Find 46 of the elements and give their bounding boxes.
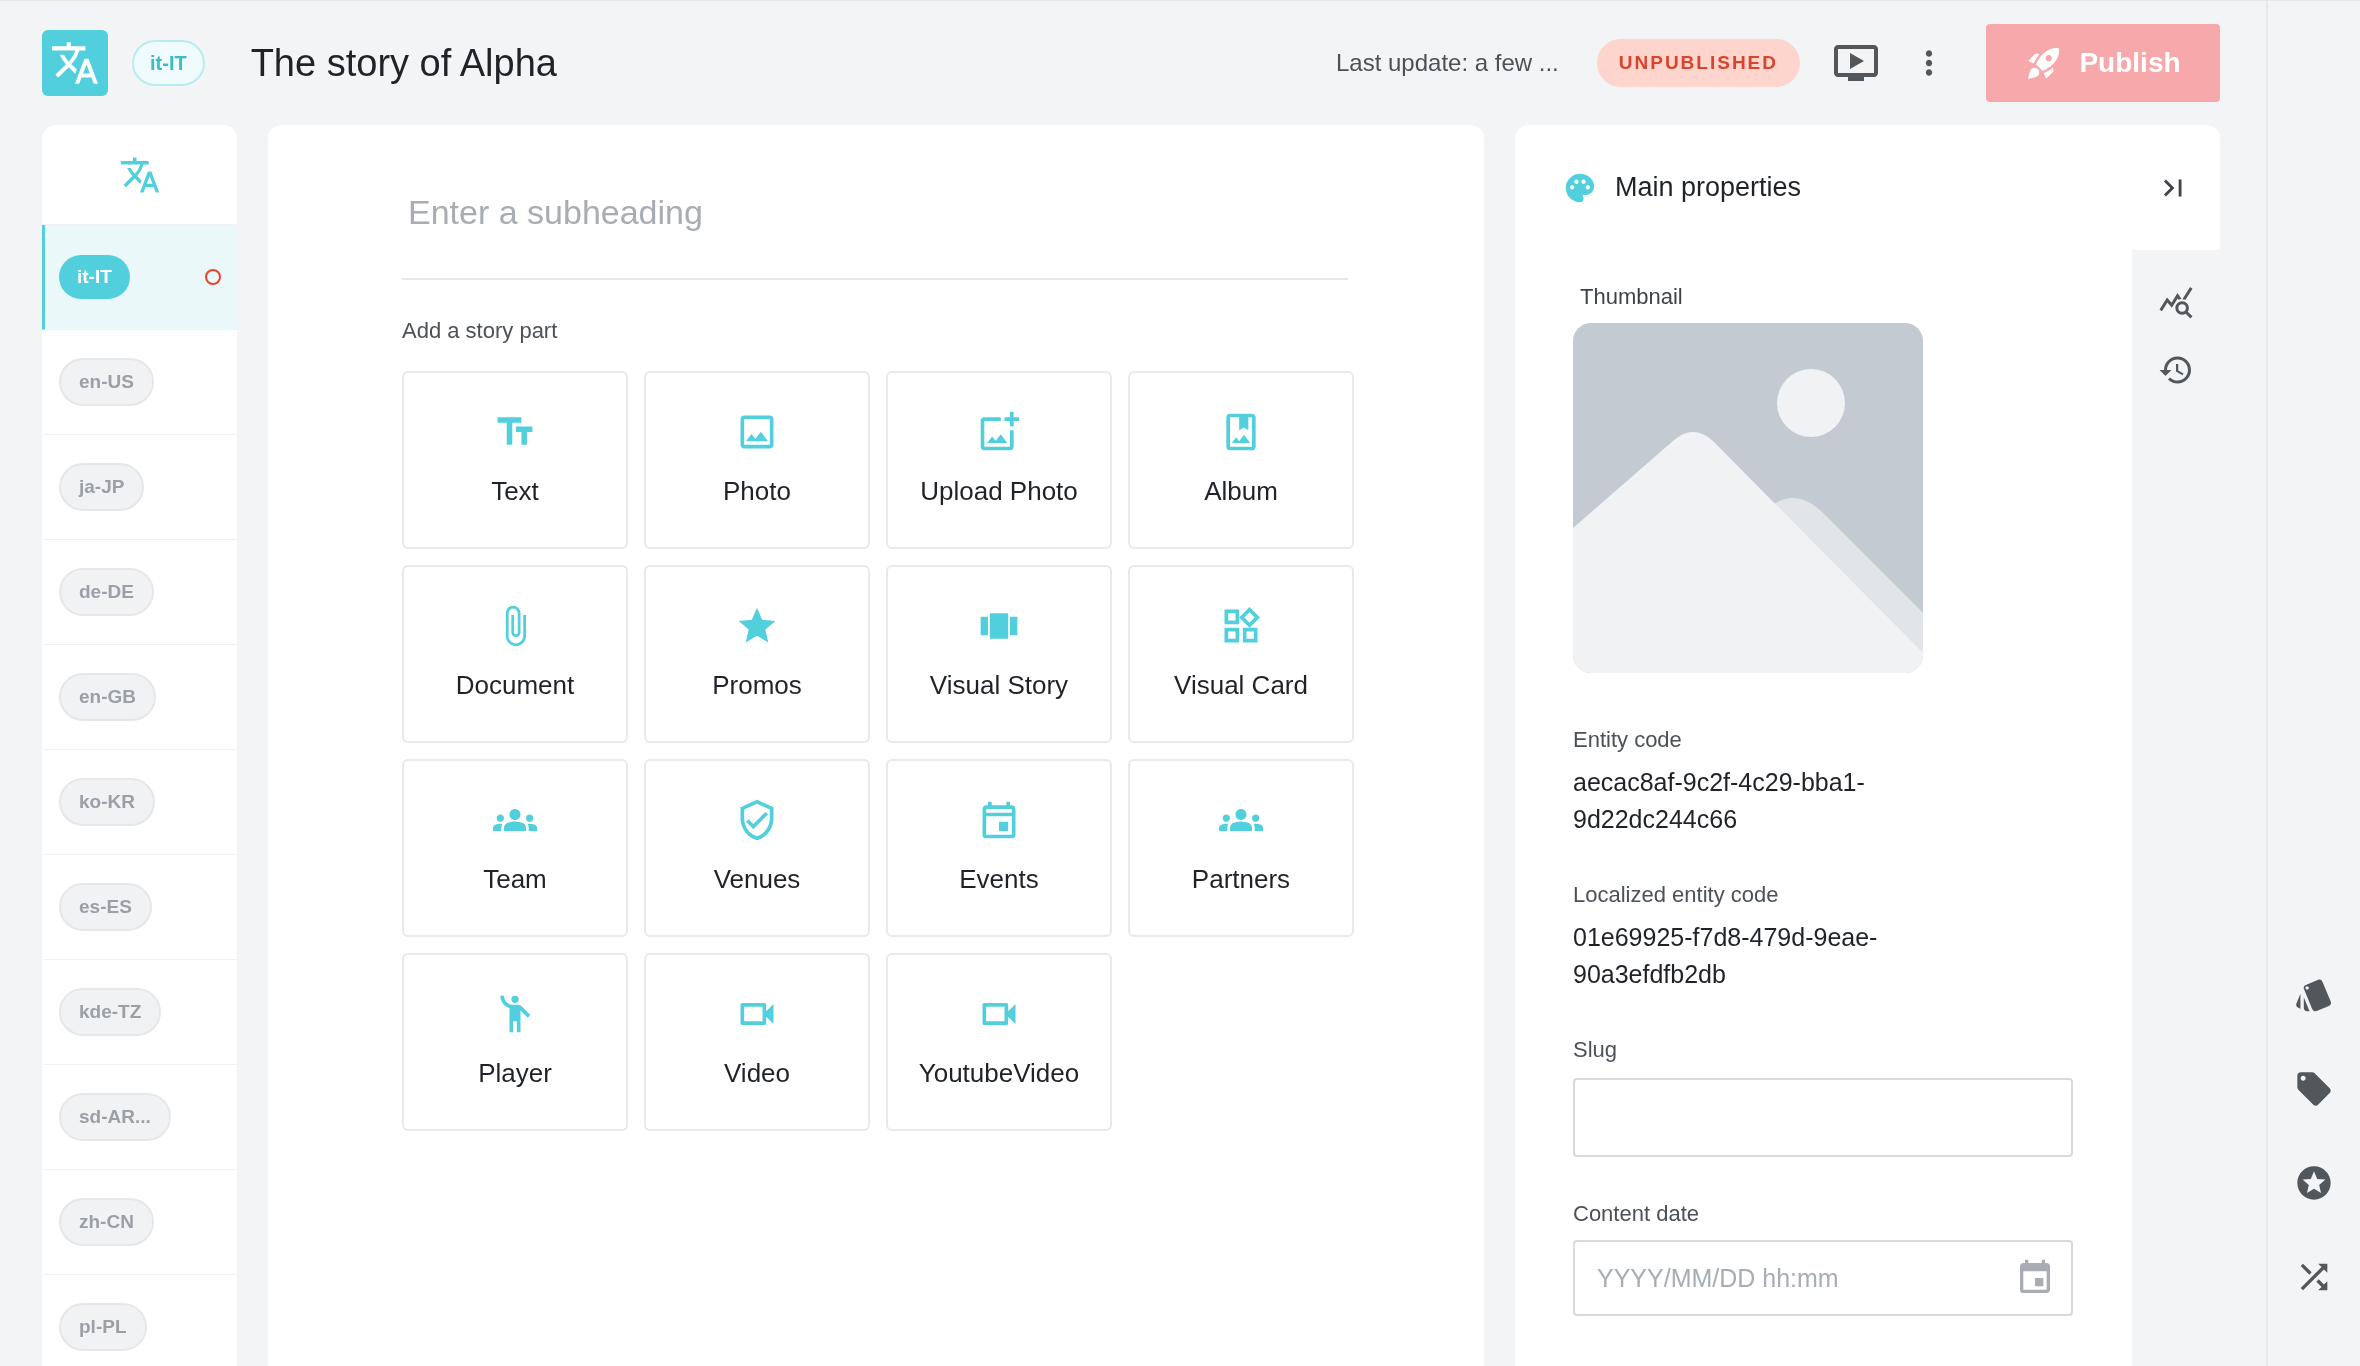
content-date-field[interactable]: YYYY/MM/DD hh:mm <box>1573 1240 2073 1316</box>
field-value: aecac8af-9c2f-4c29-bba1-9d22dc244c66 <box>1573 767 1866 835</box>
story-part-tile[interactable]: Visual Story <box>886 565 1112 743</box>
status-badge: UNPUBLISHED <box>1596 38 1800 88</box>
locale-pill: it-IT <box>59 254 130 300</box>
translate-logo-icon <box>42 30 108 96</box>
locale-pill: kde-TZ <box>59 987 162 1037</box>
star-circle-icon[interactable] <box>2294 1163 2334 1203</box>
story-part-tile[interactable]: Partners <box>1128 759 1354 937</box>
locale-pill: ko-KR <box>59 777 155 827</box>
story-part-tile[interactable]: Events <box>886 759 1112 937</box>
subheading-field[interactable]: Enter a subheading <box>402 187 1348 280</box>
properties-title: Main properties <box>1615 171 1802 205</box>
story-part-tile[interactable]: Upload Photo <box>886 371 1112 549</box>
story-part-tile[interactable]: Album <box>1128 371 1354 549</box>
story-part-tile[interactable]: Photo <box>644 371 870 549</box>
locale-badge: it-IT <box>132 40 205 86</box>
locale-pill: en-GB <box>59 672 156 722</box>
story-part-tile[interactable]: Promos <box>644 565 870 743</box>
field-value: 01e69925-f7d8-479d-9eae-90a3efdfb2db <box>1573 922 1879 990</box>
story-part-tile[interactable]: YoutubeVideo <box>886 953 1112 1131</box>
story-title: The story of Alpha <box>250 40 557 86</box>
locale-pill: ja-JP <box>59 462 145 512</box>
locale-pill: pl-PL <box>59 1302 147 1352</box>
story-part-tile[interactable]: Document <box>402 565 628 743</box>
locale-pill: sd-AR... <box>59 1092 171 1142</box>
slug-label: Slug <box>1573 1036 1619 1064</box>
tag-icon[interactable] <box>2294 1069 2334 1109</box>
story-part-tile[interactable]: Text <box>402 371 628 549</box>
locale-pill: zh-CN <box>59 1197 154 1247</box>
story-part-tile[interactable]: Venues <box>644 759 870 937</box>
locale-pill: en-US <box>59 357 154 407</box>
field-label: Localized entity code <box>1573 881 1780 909</box>
story-part-tile[interactable]: Visual Card <box>1128 565 1354 743</box>
content-date-label: Content date <box>1573 1200 1700 1228</box>
story-part-tile[interactable]: Team <box>402 759 628 937</box>
story-part-tile[interactable]: Video <box>644 953 870 1131</box>
locale-pill: es-ES <box>59 882 152 932</box>
story-part-tile[interactable]: Player <box>402 953 628 1131</box>
thumbnail-label: Thumbnail <box>1580 283 1684 311</box>
analytics-search-icon[interactable] <box>2158 284 2194 320</box>
slug-field[interactable] <box>1573 1078 2073 1157</box>
field-label: Entity code <box>1573 726 1683 754</box>
add-part-label: Add a story part <box>402 317 559 345</box>
last-update-text: Last update: a few ... <box>1335 48 1559 78</box>
locale-pill: de-DE <box>59 567 154 617</box>
